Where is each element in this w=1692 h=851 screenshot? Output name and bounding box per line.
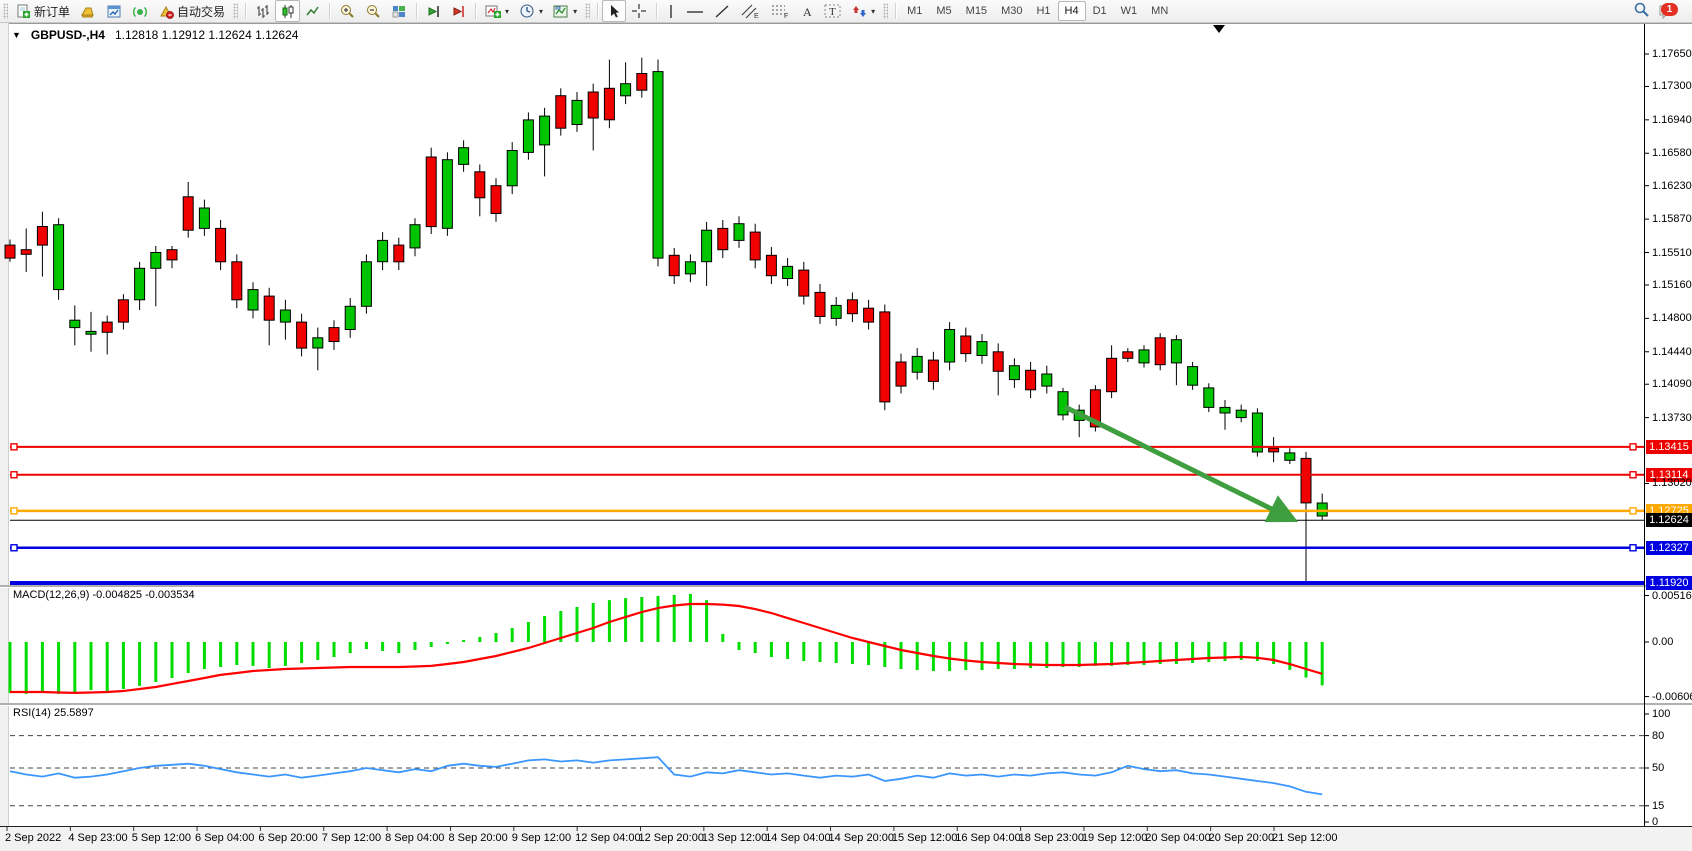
date-label: 12 Sep 20:00 xyxy=(639,832,704,844)
price-tick-label: 1.16580 xyxy=(1652,147,1692,159)
price-line-label: 1.11920 xyxy=(1646,576,1692,590)
price-tick-label: 1.14440 xyxy=(1652,346,1692,358)
chart-title: ▼ GBPUSD-,H4 1.12818 1.12912 1.12624 1.1… xyxy=(12,28,298,42)
date-label: 4 Sep 23:00 xyxy=(68,832,127,844)
rsi-pane-label: RSI(14) 25.5897 xyxy=(13,707,94,719)
date-label: 18 Sep 23:00 xyxy=(1019,832,1084,844)
macd-tick-label: -0.006064 xyxy=(1652,691,1692,703)
macd-pane-label: MACD(12,26,9) -0.004825 -0.003534 xyxy=(13,589,195,601)
price-tick-label: 1.17300 xyxy=(1652,80,1692,92)
rsi-tick-label: 15 xyxy=(1652,800,1664,812)
price-tick-label: 1.14800 xyxy=(1652,312,1692,324)
chart-title-ohlc: 1.12818 1.12912 1.12624 1.12624 xyxy=(115,28,299,42)
price-tick-label: 1.16230 xyxy=(1652,180,1692,192)
rsi-tick-label: 80 xyxy=(1652,730,1664,742)
macd-tick-label: 0.00 xyxy=(1652,636,1673,648)
price-axis-line xyxy=(1644,24,1645,827)
date-label: 5 Sep 12:00 xyxy=(132,832,191,844)
price-line-label: 1.12327 xyxy=(1646,541,1692,555)
date-label: 8 Sep 20:00 xyxy=(448,832,507,844)
date-label: 7 Sep 12:00 xyxy=(322,832,381,844)
date-label: 12 Sep 04:00 xyxy=(575,832,640,844)
date-label: 2 Sep 2022 xyxy=(5,832,61,844)
main-macd-separator[interactable] xyxy=(0,585,1692,588)
date-label: 6 Sep 20:00 xyxy=(258,832,317,844)
rsi-date-separator xyxy=(0,826,1692,827)
date-label: 6 Sep 04:00 xyxy=(195,832,254,844)
price-line-label: 1.12624 xyxy=(1646,513,1692,527)
chart-plot-area[interactable] xyxy=(0,0,1692,851)
price-tick-label: 1.15160 xyxy=(1652,279,1692,291)
price-tick-label: 1.13730 xyxy=(1652,412,1692,424)
price-tick-label: 1.14090 xyxy=(1652,378,1692,390)
date-label: 15 Sep 12:00 xyxy=(892,832,957,844)
axes-ticks xyxy=(7,54,1649,831)
horizontal-lines[interactable] xyxy=(10,444,1644,583)
date-label: 14 Sep 20:00 xyxy=(829,832,894,844)
rsi-tick-label: 100 xyxy=(1652,708,1670,720)
rsi-indicator xyxy=(10,736,1644,806)
price-line-label: 1.13415 xyxy=(1646,440,1692,454)
candlesticks xyxy=(5,25,1327,583)
chart-title-symbol: GBPUSD-,H4 xyxy=(31,28,105,42)
date-label: 14 Sep 04:00 xyxy=(765,832,830,844)
macd-indicator xyxy=(10,594,1322,694)
date-label: 9 Sep 12:00 xyxy=(512,832,571,844)
date-label: 16 Sep 04:00 xyxy=(955,832,1020,844)
date-label: 8 Sep 04:00 xyxy=(385,832,444,844)
rsi-tick-label: 50 xyxy=(1652,762,1664,774)
price-tick-label: 1.15870 xyxy=(1652,213,1692,225)
price-tick-label: 1.13020 xyxy=(1652,477,1692,489)
date-label: 20 Sep 20:00 xyxy=(1209,832,1274,844)
price-tick-label: 1.16940 xyxy=(1652,114,1692,126)
mt4-application: 新订单 自动交易 xyxy=(0,0,1692,851)
date-label: 20 Sep 04:00 xyxy=(1145,832,1210,844)
price-tick-label: 1.15510 xyxy=(1652,247,1692,259)
date-label: 13 Sep 12:00 xyxy=(702,832,767,844)
date-label: 19 Sep 12:00 xyxy=(1082,832,1147,844)
macd-rsi-separator[interactable] xyxy=(0,703,1692,706)
price-tick-label: 1.17650 xyxy=(1652,48,1692,60)
collapse-arrow-icon[interactable]: ▼ xyxy=(12,30,21,40)
macd-tick-label: 0.005166 xyxy=(1652,590,1692,602)
date-label: 21 Sep 12:00 xyxy=(1272,832,1337,844)
rsi-tick-label: 0 xyxy=(1652,816,1658,828)
